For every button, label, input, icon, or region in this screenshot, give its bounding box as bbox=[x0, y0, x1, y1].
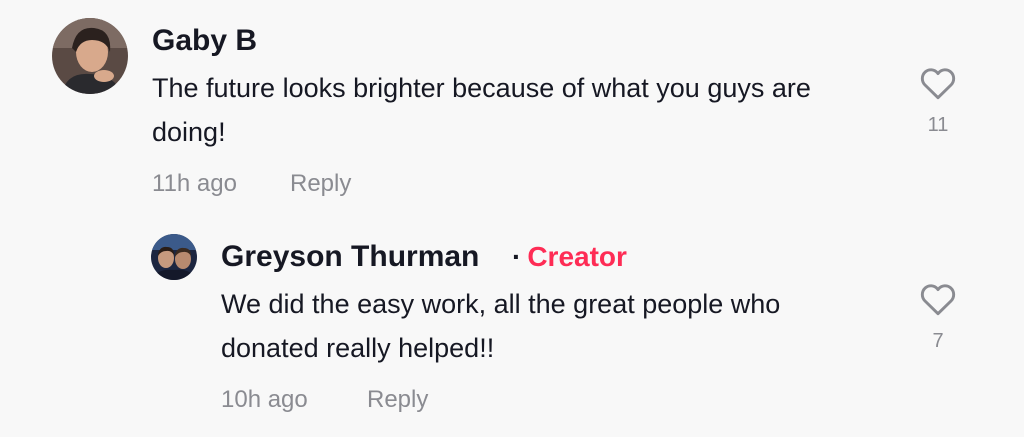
heart-outline-icon bbox=[920, 284, 956, 316]
creator-badge: · Creator bbox=[512, 240, 627, 274]
comments-panel: Gaby B The future looks brighter because… bbox=[0, 0, 1024, 437]
separator-dot: · bbox=[512, 241, 522, 272]
reply-button[interactable]: Reply bbox=[367, 386, 428, 414]
heart-outline-icon bbox=[920, 68, 956, 100]
comment-text: The future looks brighter because of wha… bbox=[152, 73, 811, 147]
reply-button[interactable]: Reply bbox=[290, 170, 351, 198]
avatar-gaby-b[interactable] bbox=[52, 18, 128, 94]
reply-timestamp: 10h ago bbox=[221, 386, 308, 413]
like-count: 7 bbox=[932, 330, 944, 352]
comment-timestamp: 11h ago bbox=[152, 170, 237, 197]
creator-label: Creator bbox=[527, 241, 627, 272]
comment-author[interactable]: Gaby B bbox=[152, 24, 257, 58]
user-photo-avatar-icon bbox=[52, 18, 128, 94]
reply-text: We did the easy work, all the great peop… bbox=[221, 289, 781, 363]
like-button[interactable]: 11 bbox=[913, 66, 963, 136]
like-count: 11 bbox=[927, 114, 949, 136]
reply-author[interactable]: Greyson Thurman bbox=[221, 240, 479, 274]
avatar-greyson-thurman[interactable] bbox=[151, 234, 197, 280]
user-photo-avatar-icon bbox=[151, 234, 197, 280]
like-button[interactable]: 7 bbox=[913, 282, 963, 352]
